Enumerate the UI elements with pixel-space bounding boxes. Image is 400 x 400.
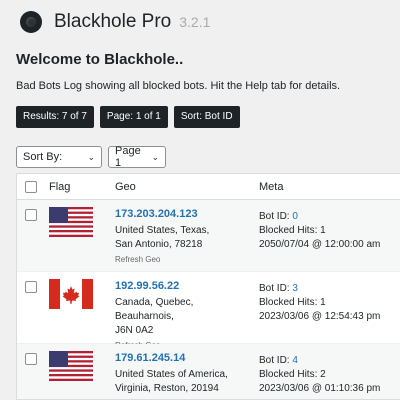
table-row: 192.99.56.22 Canada, Quebec, Beauharnois… [17,272,400,350]
row-checkbox[interactable] [25,353,37,365]
us-flag-icon [49,351,93,381]
refresh-geo-link[interactable]: Refresh Geo [115,255,255,264]
results-badge: Results: 7 of 7 [16,106,94,128]
bot-id-link[interactable]: 3 [292,283,298,294]
bot-id-link[interactable]: 0 [292,211,298,222]
location-line: Virginia, Reston, 20194 [115,383,219,394]
filters-bar: Sort By: ⌄ Page 1 ⌄ [16,145,166,169]
geo-cell: 173.203.204.123 United States, Texas, Sa… [115,208,255,264]
ip-link[interactable]: 192.99.56.22 [115,280,255,292]
bot-id-line: Bot ID: 0 [259,210,380,224]
sort-by-select[interactable]: Sort By: ⌄ [16,146,102,168]
meta-cell: Bot ID: 0 Blocked Hits: 1 2050/07/04 @ 1… [259,210,380,252]
location-line: J6N 0A2 [115,325,154,336]
geo-cell: 192.99.56.22 Canada, Quebec, Beauharnois… [115,280,255,350]
page-description: Bad Bots Log showing all blocked bots. H… [16,80,341,92]
row-checkbox[interactable] [25,281,37,293]
page-select-value: Page 1 [115,145,141,169]
page-title: Welcome to Blackhole.. [16,51,184,68]
location-line: United States of America, [115,369,228,380]
bot-id-line: Bot ID: 4 [259,354,380,368]
chevron-down-icon: ⌄ [151,151,159,162]
meta-cell: Bot ID: 3 Blocked Hits: 1 2023/03/06 @ 1… [259,282,380,324]
blackhole-logo-icon [20,11,42,33]
ip-link[interactable]: 173.203.204.123 [115,208,255,220]
canada-flag-icon [49,279,93,309]
location-line: Canada, Quebec, Beauharnois, [115,297,194,322]
sort-by-value: Sort By: [23,151,63,163]
blocked-hits: Blocked Hits: 1 [259,297,326,308]
geo-cell: 179.61.245.14 United States of America, … [115,352,255,399]
column-header-flag: Flag [49,180,71,193]
app-version: 3.2.1 [179,14,211,30]
row-checkbox[interactable] [25,209,37,221]
column-header-geo: Geo [115,180,136,193]
bot-id-line: Bot ID: 3 [259,282,380,296]
table-row: 173.203.204.123 United States, Texas, Sa… [17,200,400,272]
chevron-down-icon: ⌄ [87,151,95,162]
app-name: Blackhole Pro [54,11,172,32]
bots-table: Flag Geo Meta 173.203.204.123 United Sta… [16,173,400,400]
bot-id-label: Bot ID: [259,211,290,222]
location-line: San Antonio, 78218 [115,239,203,250]
table-row: 179.61.245.14 United States of America, … [17,344,400,399]
meta-cell: Bot ID: 4 Blocked Hits: 2 2023/03/06 @ 0… [259,354,380,396]
ip-link[interactable]: 179.61.245.14 [115,352,255,364]
blocked-hits: Blocked Hits: 1 [259,225,326,236]
blocked-date: 2023/03/06 @ 12:54:43 pm [259,311,381,322]
bot-id-label: Bot ID: [259,355,290,366]
blocked-hits: Blocked Hits: 2 [259,369,326,380]
location-line: United States, Texas, [115,225,210,236]
bot-id-link[interactable]: 4 [292,355,298,366]
us-flag-icon [49,207,93,237]
blocked-date: 2050/07/04 @ 12:00:00 am [259,239,381,250]
blocked-date: 2023/03/06 @ 01:10:36 pm [259,383,381,394]
page-select[interactable]: Page 1 ⌄ [108,145,166,169]
app-header: Blackhole Pro 3.2.1 [0,0,400,44]
sort-badge: Sort: Bot ID [173,106,240,128]
column-header-meta: Meta [259,180,284,193]
bot-id-label: Bot ID: [259,283,290,294]
table-header: Flag Geo Meta [17,174,400,200]
select-all-checkbox[interactable] [25,180,37,193]
page-badge: Page: 1 of 1 [99,106,168,128]
status-badges: Results: 7 of 7 Page: 1 of 1 Sort: Bot I… [16,106,240,128]
